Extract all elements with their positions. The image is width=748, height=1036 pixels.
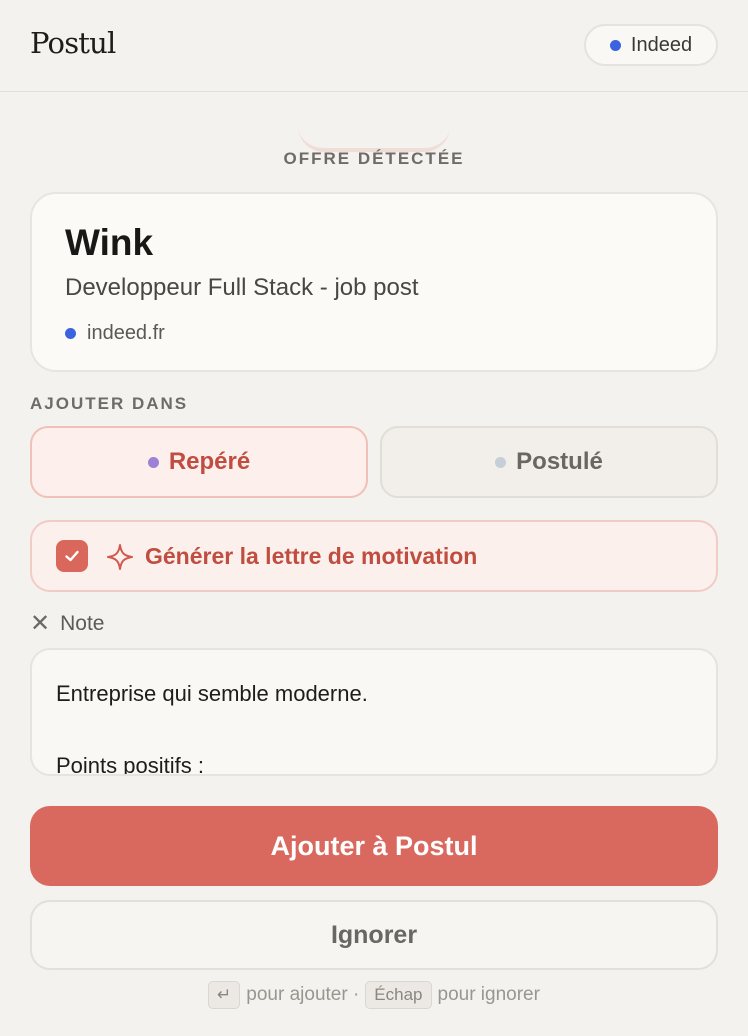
source-status-dot-icon	[609, 39, 621, 51]
source-domain: indeed.fr	[65, 322, 165, 345]
note-toggle[interactable]: ✕ Note	[30, 612, 104, 636]
app-logo: Postul	[30, 26, 116, 60]
sparkle-icon	[107, 544, 133, 570]
offer-card: Wink Developpeur Full Stack - job post i…	[30, 192, 718, 372]
generate-letter-label: Générer la lettre de motivation	[145, 543, 478, 569]
status-option-postule[interactable]: Postulé	[380, 426, 718, 498]
close-icon: ✕	[30, 610, 51, 637]
source-badge[interactable]: Indeed	[584, 24, 718, 66]
checkmark-icon	[65, 550, 79, 562]
escape-key: Échap	[365, 981, 432, 1009]
company-name: Wink	[65, 222, 154, 263]
note-text: Entreprise qui semble moderne. Points po…	[56, 681, 368, 776]
status-option-label: Postulé	[516, 448, 603, 475]
status-option-repere[interactable]: Repéré	[30, 426, 368, 498]
status-option-label: Repéré	[168, 448, 251, 475]
note-textarea[interactable]: Entreprise qui semble moderne. Points po…	[30, 648, 718, 776]
enter-key-icon: ↵	[208, 981, 241, 1009]
note-label: Note	[60, 612, 105, 635]
source-badge-label: Indeed	[630, 33, 693, 56]
generate-letter-toggle[interactable]: Générer la lettre de motivation	[30, 520, 718, 592]
generate-letter-checkbox[interactable]	[56, 540, 88, 572]
escape-hint-text: pour ignorer	[437, 984, 540, 1005]
job-title: Developpeur Full Stack - job post	[65, 274, 419, 301]
enter-hint-text: pour ajouter ·	[246, 984, 360, 1005]
status-dot-icon	[495, 456, 507, 468]
status-dot-icon	[147, 456, 159, 468]
keyboard-hint: ↵ pour ajouter · Échap pour ignorer	[0, 980, 748, 1010]
domain-label: indeed.fr	[87, 322, 165, 344]
header: Postul Indeed	[0, 0, 748, 92]
add-to-postul-button[interactable]: Ajouter à Postul	[30, 806, 718, 886]
domain-dot-icon	[65, 328, 76, 339]
ignore-button[interactable]: Ignorer	[30, 900, 718, 970]
add-to-section-title: AJOUTER DANS	[30, 394, 189, 413]
offer-section-title: OFFRE DÉTECTÉE	[283, 149, 465, 168]
